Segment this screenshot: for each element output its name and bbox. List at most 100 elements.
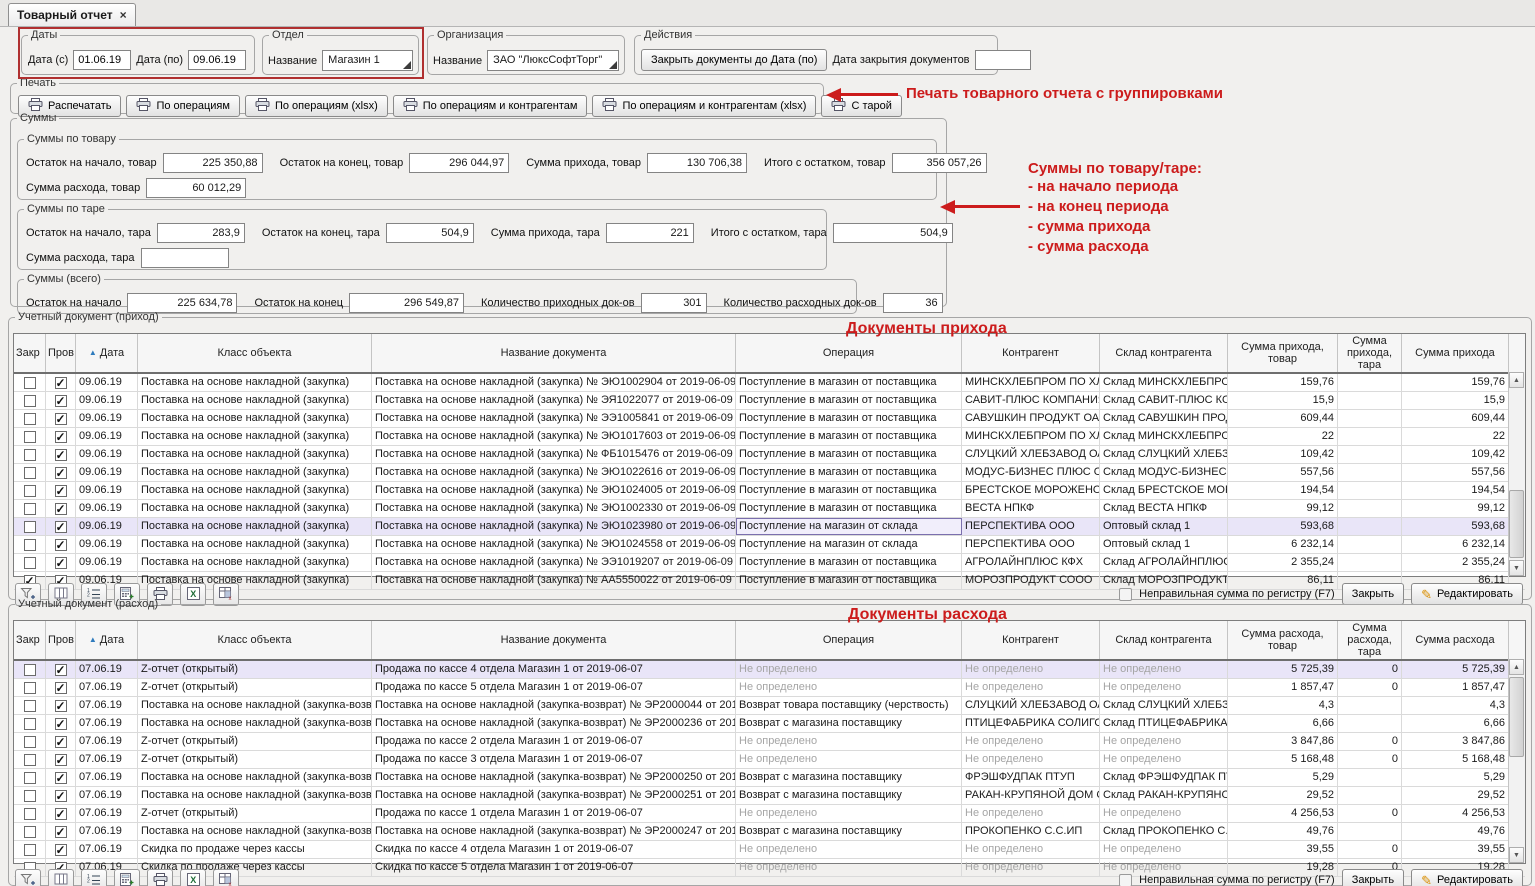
closed-checkbox[interactable] (24, 521, 36, 533)
column-header-sum-goods[interactable]: Сумма расхода, товар (1228, 621, 1338, 659)
verified-checkbox[interactable] (55, 557, 67, 569)
cell-counterparty[interactable]: Не определено (962, 751, 1100, 768)
cell-sum-goods[interactable]: 99,12 (1228, 500, 1338, 517)
cell-document-name[interactable]: Поставка на основе накладной (закупка-во… (372, 697, 736, 714)
cell-sum-total[interactable]: 39,55 (1402, 841, 1509, 858)
cell-sum-total[interactable]: 6 232,14 (1402, 536, 1509, 553)
closed-checkbox[interactable] (24, 449, 36, 461)
cell-document-name[interactable]: Скидка по кассе 4 отдела Магазин 1 от 20… (372, 841, 736, 858)
cell-sum-total[interactable]: 6,66 (1402, 715, 1509, 732)
cell-sum-goods[interactable]: 5 168,48 (1228, 751, 1338, 768)
cell-counterparty-warehouse[interactable]: Склад МИНСКХЛЕБПРОМ (1100, 428, 1228, 445)
cell-object-class[interactable]: Поставка на основе накладной (закупка-во… (138, 787, 372, 804)
table-row[interactable]: 09.06.19Поставка на основе накладной (за… (14, 374, 1525, 392)
table-row[interactable]: 07.06.19Поставка на основе накладной (за… (14, 823, 1525, 841)
table-row[interactable]: 07.06.19Z-отчет (открытый)Продажа по кас… (14, 805, 1525, 823)
cell-sum-tare[interactable] (1338, 446, 1402, 463)
cell-counterparty[interactable]: МИНСКХЛЕБПРОМ ПО ХЛ (962, 374, 1100, 391)
cell-date[interactable]: 09.06.19 (76, 428, 138, 445)
cell-date[interactable]: 09.06.19 (76, 518, 138, 535)
table-row[interactable]: 07.06.19Поставка на основе накладной (за… (14, 715, 1525, 733)
cell-sum-tare[interactable]: 0 (1338, 751, 1402, 768)
cell-sum-goods[interactable]: 22 (1228, 428, 1338, 445)
cell-document-name[interactable]: Поставка на основе накладной (закупка) №… (372, 554, 736, 571)
cell-sum-goods[interactable]: 609,44 (1228, 410, 1338, 427)
cell-object-class[interactable]: Поставка на основе накладной (закупка) (138, 554, 372, 571)
cell-date[interactable]: 07.06.19 (76, 751, 138, 768)
cell-counterparty-warehouse[interactable]: Склад ВЕСТА НПКФ (1100, 500, 1228, 517)
column-header-sum-tare[interactable]: Сумма прихода, тара (1338, 334, 1402, 372)
verified-checkbox[interactable] (55, 772, 67, 784)
cell-counterparty[interactable]: Не определено (962, 805, 1100, 822)
table-row[interactable]: 07.06.19Z-отчет (открытый)Продажа по кас… (14, 733, 1525, 751)
cell-counterparty[interactable]: МИНСКХЛЕБПРОМ ПО ХЛ (962, 428, 1100, 445)
cell-counterparty[interactable]: РАКАН-КРУПЯНОЙ ДОМ С (962, 787, 1100, 804)
cell-object-class[interactable]: Поставка на основе накладной (закупка-во… (138, 715, 372, 732)
verified-checkbox[interactable] (55, 485, 67, 497)
cell-document-name[interactable]: Поставка на основе накладной (закупка-во… (372, 823, 736, 840)
cell-counterparty[interactable]: Не определено (962, 859, 1100, 876)
columns-button[interactable] (48, 869, 74, 886)
cell-object-class[interactable]: Поставка на основе накладной (закупка) (138, 446, 372, 463)
cell-sum-total[interactable]: 194,54 (1402, 482, 1509, 499)
cell-date[interactable]: 07.06.19 (76, 841, 138, 858)
cell-date[interactable]: 09.06.19 (76, 482, 138, 499)
cell-sum-goods[interactable]: 5 725,39 (1228, 661, 1338, 678)
table-row[interactable]: 09.06.19Поставка на основе накладной (за… (14, 464, 1525, 482)
cell-operation[interactable]: Не определено (736, 733, 962, 750)
cell-sum-total[interactable]: 5 725,39 (1402, 661, 1509, 678)
expense-sum-tare-value[interactable] (141, 248, 229, 268)
cell-counterparty[interactable]: ПРОКОПЕНКО С.С.ИП (962, 823, 1100, 840)
date-from-input[interactable] (73, 50, 131, 70)
cell-sum-tare[interactable] (1338, 823, 1402, 840)
cell-counterparty-warehouse[interactable]: Не определено (1100, 841, 1228, 858)
cell-counterparty[interactable]: ПТИЦЕФАБРИКА СОЛИГО (962, 715, 1100, 732)
cell-operation[interactable]: Поступление в магазин от поставщика (736, 392, 962, 409)
cell-document-name[interactable]: Продажа по кассе 5 отдела Магазин 1 от 2… (372, 679, 736, 696)
table-row[interactable]: 07.06.19Z-отчет (открытый)Продажа по кас… (14, 661, 1525, 679)
cell-document-name[interactable]: Поставка на основе накладной (закупка) №… (372, 482, 736, 499)
tab-goods-report[interactable]: Товарный отчет × (8, 3, 136, 26)
cell-counterparty[interactable]: Не определено (962, 841, 1100, 858)
scroll-up-button[interactable]: ▲ (1509, 659, 1524, 675)
cell-sum-goods[interactable]: 29,52 (1228, 787, 1338, 804)
cell-operation[interactable]: Поступление в магазин от поставщика (736, 446, 962, 463)
cell-operation[interactable]: Возврат с магазина поставщику (736, 787, 962, 804)
cell-counterparty[interactable]: Не определено (962, 661, 1100, 678)
cell-sum-tare[interactable] (1338, 464, 1402, 481)
closed-checkbox[interactable] (24, 736, 36, 748)
column-header-closed[interactable]: Закр (14, 621, 46, 659)
cell-sum-total[interactable]: 49,76 (1402, 823, 1509, 840)
cell-sum-tare[interactable] (1338, 769, 1402, 786)
excel-button[interactable]: X (180, 869, 206, 886)
closed-checkbox[interactable] (24, 808, 36, 820)
expense-docs-count-value[interactable]: 36 (883, 293, 943, 313)
cell-document-name[interactable]: Поставка на основе накладной (закупка) №… (372, 572, 736, 589)
column-header-document-name[interactable]: Название документа (372, 334, 736, 372)
cell-operation[interactable]: Поступление в магазин от поставщика (736, 410, 962, 427)
cell-sum-goods[interactable]: 6 232,14 (1228, 536, 1338, 553)
closed-checkbox[interactable] (24, 377, 36, 389)
cell-document-name[interactable]: Поставка на основе накладной (закупка-во… (372, 769, 736, 786)
column-header-operation[interactable]: Операция (736, 621, 962, 659)
column-header-counterparty[interactable]: Контрагент (962, 334, 1100, 372)
closed-checkbox[interactable] (24, 772, 36, 784)
cell-counterparty[interactable]: МОРОЗПРОДУКТ СООО (962, 572, 1100, 589)
cell-counterparty-warehouse[interactable]: Склад РАКАН-КРУПЯНОЙ (1100, 787, 1228, 804)
column-header-sum-total[interactable]: Сумма прихода (1402, 334, 1509, 372)
cell-counterparty-warehouse[interactable]: Склад САВУШКИН ПРОДУ (1100, 410, 1228, 427)
cell-operation[interactable]: Поступление в магазин от поставщика (736, 374, 962, 391)
organization-select[interactable]: ЗАО "ЛюксСофтТорг" (487, 50, 619, 71)
cell-object-class[interactable]: Поставка на основе накладной (закупка-во… (138, 697, 372, 714)
cell-sum-total[interactable]: 4,3 (1402, 697, 1509, 714)
closed-checkbox[interactable] (24, 395, 36, 407)
cell-object-class[interactable]: Поставка на основе накладной (закупка) (138, 428, 372, 445)
cell-date[interactable]: 07.06.19 (76, 679, 138, 696)
cell-date[interactable]: 09.06.19 (76, 446, 138, 463)
cell-counterparty-warehouse[interactable]: Склад ПРОКОПЕНКО С.С.И (1100, 823, 1228, 840)
department-select[interactable]: Магазин 1 (322, 50, 413, 71)
verified-checkbox[interactable] (55, 790, 67, 802)
verified-checkbox[interactable] (55, 826, 67, 838)
table-row[interactable]: 07.06.19Поставка на основе накладной (за… (14, 697, 1525, 715)
expense-sum-goods-value[interactable]: 60 012,29 (146, 178, 246, 198)
